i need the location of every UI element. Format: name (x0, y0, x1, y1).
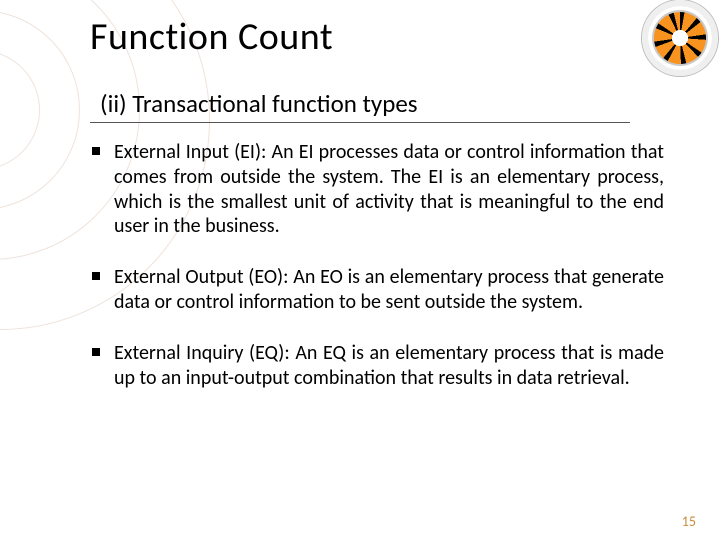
institution-logo-icon (648, 6, 712, 70)
slide-title: Function Count (90, 14, 333, 60)
list-item: External Input (EI): An EI processes dat… (88, 140, 664, 239)
bullet-list: External Input (EI): An EI processes dat… (88, 140, 664, 416)
list-item: External Output (EO): An EO is an elemen… (88, 265, 664, 315)
page-number: 15 (682, 513, 696, 530)
slide-subtitle: (ii) Transactional function types (100, 88, 418, 119)
slide: Function Count (ii) Transactional functi… (0, 0, 720, 540)
list-item: External Inquiry (EQ): An EQ is an eleme… (88, 341, 664, 391)
subtitle-underline (90, 122, 630, 123)
